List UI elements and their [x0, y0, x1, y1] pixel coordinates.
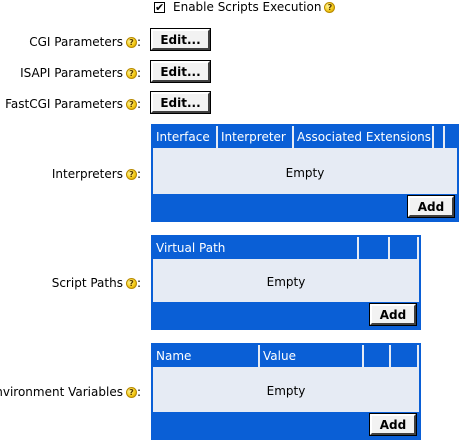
environment-variables-table-footer: Add	[153, 412, 419, 438]
add-interpreter-button[interactable]: Add	[407, 195, 455, 218]
add-environment-variable-button[interactable]: Add	[369, 413, 417, 436]
isapi-parameters-row: ISAPI Parameters?:	[20, 66, 141, 80]
label-colon: :	[136, 97, 141, 111]
label-colon: :	[136, 66, 141, 80]
isapi-edit-button[interactable]: Edit...	[150, 60, 211, 83]
enable-scripts-checkbox[interactable]: ✔	[154, 2, 165, 13]
fastcgi-parameters-row: FastCGI Parameters?:	[5, 97, 141, 111]
add-script-path-button[interactable]: Add	[369, 303, 417, 326]
label-colon: :	[136, 276, 141, 290]
help-icon[interactable]: ?	[125, 278, 137, 289]
help-icon[interactable]: ?	[324, 2, 336, 13]
empty-text: Empty	[266, 275, 306, 289]
environment-variables-label: Environment Variables	[0, 385, 123, 399]
empty-text: Empty	[266, 384, 306, 398]
label-colon: :	[136, 385, 141, 399]
interpreters-table-header: Interface Interpreter Associated Extensi…	[153, 126, 457, 148]
empty-text: Empty	[285, 166, 325, 180]
column-header-name[interactable]: Name	[153, 345, 260, 367]
interpreters-row-label: Interpreters?:	[52, 167, 141, 181]
column-header-virtual-path[interactable]: Virtual Path	[153, 237, 359, 259]
script-paths-table: Virtual Path Empty Add	[151, 235, 421, 330]
help-icon[interactable]: ?	[125, 387, 137, 398]
column-header-interpreter[interactable]: Interpreter	[218, 126, 294, 148]
column-header-associated-extensions[interactable]: Associated Extensions	[294, 126, 434, 148]
column-header-interface[interactable]: Interface	[153, 126, 218, 148]
column-header-extra[interactable]	[434, 126, 445, 148]
interpreters-table-footer: Add	[153, 194, 457, 220]
script-paths-table-footer: Add	[153, 302, 419, 328]
label-colon: :	[136, 167, 141, 181]
script-paths-label: Script Paths	[51, 276, 123, 290]
column-header-extra[interactable]	[391, 345, 419, 367]
fastcgi-parameters-label: FastCGI Parameters	[5, 97, 123, 111]
script-paths-table-header: Virtual Path	[153, 237, 419, 259]
interpreters-label: Interpreters	[51, 167, 123, 181]
column-header-extra[interactable]	[359, 237, 390, 259]
column-header-value[interactable]: Value	[260, 345, 364, 367]
help-icon[interactable]: ?	[125, 37, 137, 48]
fastcgi-edit-button[interactable]: Edit...	[150, 91, 211, 114]
cgi-parameters-label: CGI Parameters	[29, 35, 123, 49]
cgi-parameters-row: CGI Parameters?:	[29, 35, 141, 49]
label-colon: :	[136, 35, 141, 49]
script-paths-row-label: Script Paths?:	[52, 276, 141, 290]
help-icon[interactable]: ?	[125, 68, 137, 79]
interpreters-table: Interface Interpreter Associated Extensi…	[151, 124, 459, 222]
help-icon[interactable]: ?	[125, 99, 137, 110]
environment-variables-table: Name Value Empty Add	[151, 343, 421, 440]
column-header-extra[interactable]	[390, 237, 419, 259]
enable-scripts-row: Enable Scripts Execution?	[173, 0, 336, 14]
enable-scripts-label: Enable Scripts Execution	[173, 0, 322, 14]
environment-variables-row-label: Environment Variables?:	[0, 385, 141, 399]
environment-variables-table-header: Name Value	[153, 345, 419, 367]
cgi-edit-button[interactable]: Edit...	[150, 28, 211, 51]
column-header-extra[interactable]	[364, 345, 391, 367]
help-icon[interactable]: ?	[125, 169, 137, 180]
isapi-parameters-label: ISAPI Parameters	[20, 66, 123, 80]
